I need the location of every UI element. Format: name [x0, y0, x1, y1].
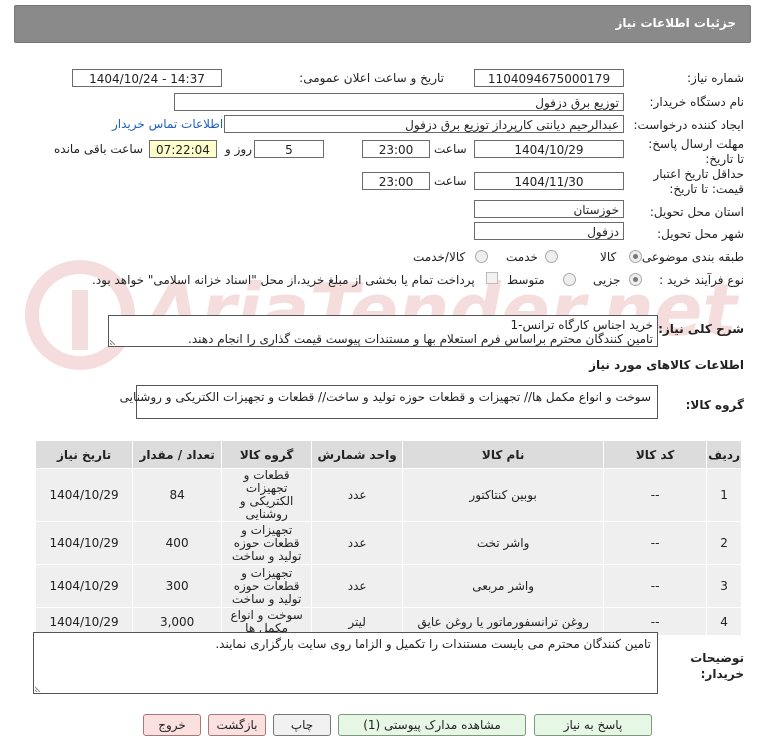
goods-group-box: سوخت و انواع مکمل ها// تجهیزات و قطعات ح… — [119, 385, 658, 419]
col-quantity: تعداد / مقدار — [132, 440, 223, 469]
goods-group-text: سوخت و انواع مکمل ها// تجهیزات و قطعات ح… — [119, 390, 651, 404]
overall-desc-label: شرح کلی نیاز: — [658, 322, 744, 336]
announce-field: 1404/10/24 - 14:37 — [72, 69, 222, 87]
contact-buyer-link[interactable]: اطلاعات تماس خریدار — [112, 117, 223, 131]
validity-time-field: 23:00 — [362, 172, 430, 190]
cell-row: 1 — [706, 468, 742, 522]
cell-row: 3 — [706, 564, 742, 608]
cell-group: تجهیزات و قطعات حوزه تولید و ساخت — [221, 564, 313, 608]
process-option-medium: متوسط — [507, 273, 545, 287]
cell-group: تجهیزات و قطعات حوزه تولید و ساخت — [221, 521, 313, 565]
header-panel: جزئیات اطلاعات نیاز — [14, 5, 751, 43]
reply-button[interactable]: پاسخ به نیاز — [534, 714, 652, 736]
process-option-minor: جزیی — [593, 273, 621, 287]
cell-date: 1404/10/29 — [34, 521, 134, 565]
category-radio-service[interactable] — [545, 250, 558, 263]
col-group: گروه کالا — [221, 440, 313, 469]
cell-row: 2 — [706, 521, 742, 565]
city-label: شهر محل تحویل: — [657, 227, 744, 241]
remaining-time-field: 07:22:04 — [149, 140, 217, 158]
cell-group: قطعات و تجهیزات الکتریکی و روشنایی — [221, 468, 313, 522]
announce-label: تاریخ و ساعت اعلان عمومی: — [299, 71, 444, 85]
validity-date-field: 1404/11/30 — [474, 172, 624, 190]
need-number-label: شماره نیاز: — [687, 71, 744, 85]
table-header-row: ردیف کد کالا نام کالا واحد شمارش گروه کا… — [34, 440, 742, 469]
validity-time-label: ساعت — [434, 174, 467, 188]
cell-code: -- — [603, 468, 708, 522]
category-radio-goods-service[interactable] — [475, 250, 488, 263]
cell-date: 1404/10/29 — [34, 564, 134, 608]
table-row: 3 -- واشر مربعی عدد تجهیزات و قطعات حوزه… — [34, 564, 742, 608]
goods-group-label: گروه کالا: — [685, 398, 744, 412]
attachments-button[interactable]: مشاهده مدارک پیوستی (1) — [338, 714, 526, 736]
table-row: 2 -- واشر تخت عدد تجهیزات و قطعات حوزه ت… — [34, 521, 742, 565]
buyer-org-field: توزیع برق دزفول — [174, 93, 624, 111]
buyer-notes-label: توضیحات خریدار: — [690, 651, 744, 681]
cell-unit: عدد — [311, 468, 404, 522]
payment-text: پرداخت تمام یا بخشی از مبلغ خرید،از محل … — [92, 273, 475, 287]
days-field: 5 — [254, 140, 324, 158]
need-number-field: 1104094675000179 — [474, 69, 624, 87]
creator-field: عبدالرحیم دیانتی کارپرداز توزیع برق دزفو… — [224, 115, 624, 133]
items-table: ردیف کد کالا نام کالا واحد شمارش گروه کا… — [34, 440, 742, 636]
category-option-service: خدمت — [506, 250, 538, 264]
process-label: نوع فرآیند خرید : — [659, 273, 744, 287]
resize-handle-icon[interactable] — [110, 337, 118, 345]
deadline-time-label: ساعت — [434, 142, 467, 156]
cell-row: 4 — [706, 607, 742, 636]
resize-handle-icon[interactable] — [35, 684, 43, 692]
creator-label: ایجاد کننده درخواست: — [633, 118, 744, 132]
province-label: استان محل تحویل: — [649, 205, 744, 219]
cell-unit: عدد — [311, 521, 404, 565]
validity-label: حداقل تاریخ اعتبار قیمت: تا تاریخ: — [653, 167, 744, 196]
city-field: دزفول — [474, 222, 624, 240]
category-radio-goods[interactable] — [629, 250, 642, 263]
cell-code: -- — [603, 521, 708, 565]
cell-name: واشر تخت — [402, 521, 605, 565]
category-option-goods: کالا — [600, 250, 617, 264]
category-label: طبقه بندی موضوعی: — [637, 250, 744, 264]
cell-unit: عدد — [311, 564, 404, 608]
deadline-time-field: 23:00 — [362, 140, 430, 158]
col-date: تاریخ نیاز — [34, 440, 134, 469]
cell-code: -- — [603, 564, 708, 608]
deadline-label: مهلت ارسال پاسخ: تا تاریخ: — [648, 137, 744, 166]
process-radio-minor[interactable] — [629, 273, 642, 286]
overall-desc-box: خرید اجناس کارگاه ترانس-1 تامین کنندگان … — [108, 315, 658, 347]
remaining-label: ساعت باقی مانده — [54, 142, 144, 156]
days-label: روز و — [225, 142, 252, 156]
buyer-notes-text: تامین کنندگان محترم می بایست مستندات را … — [215, 637, 651, 651]
page-title: جزئیات اطلاعات نیاز — [615, 16, 736, 30]
deadline-date-field: 1404/10/29 — [474, 140, 624, 158]
cell-quantity: 400 — [132, 521, 223, 565]
col-unit: واحد شمارش — [311, 440, 404, 469]
cell-date: 1404/10/29 — [34, 468, 134, 522]
cell-quantity: 300 — [132, 564, 223, 608]
process-radio-medium[interactable] — [563, 273, 576, 286]
cell-name: واشر مربعی — [402, 564, 605, 608]
print-button[interactable]: چاپ — [273, 714, 331, 736]
overall-desc-line1: خرید اجناس کارگاه ترانس-1 — [510, 318, 653, 332]
payment-checkbox[interactable] — [486, 272, 498, 284]
col-name: نام کالا — [402, 440, 605, 469]
category-option-goods-service: کالا/خدمت — [413, 250, 466, 264]
cell-name: بوبین کنتاکتور — [402, 468, 605, 522]
col-code: کد کالا — [603, 440, 708, 469]
col-row: ردیف — [706, 440, 742, 469]
province-field: خوزستان — [474, 200, 624, 218]
buyer-org-label: نام دستگاه خریدار: — [649, 95, 745, 109]
goods-info-title: اطلاعات کالاهای مورد نیاز — [589, 358, 744, 372]
overall-desc-line2: تامین کنندگان محترم براساس فرم استعلام ب… — [188, 332, 653, 346]
back-button[interactable]: بازگشت — [208, 714, 266, 736]
cell-quantity: 84 — [132, 468, 223, 522]
buyer-notes-box: تامین کنندگان محترم می بایست مستندات را … — [33, 632, 658, 694]
exit-button[interactable]: خروج — [143, 714, 201, 736]
table-row: 1 -- بوبین کنتاکتور عدد قطعات و تجهیزات … — [34, 468, 742, 522]
